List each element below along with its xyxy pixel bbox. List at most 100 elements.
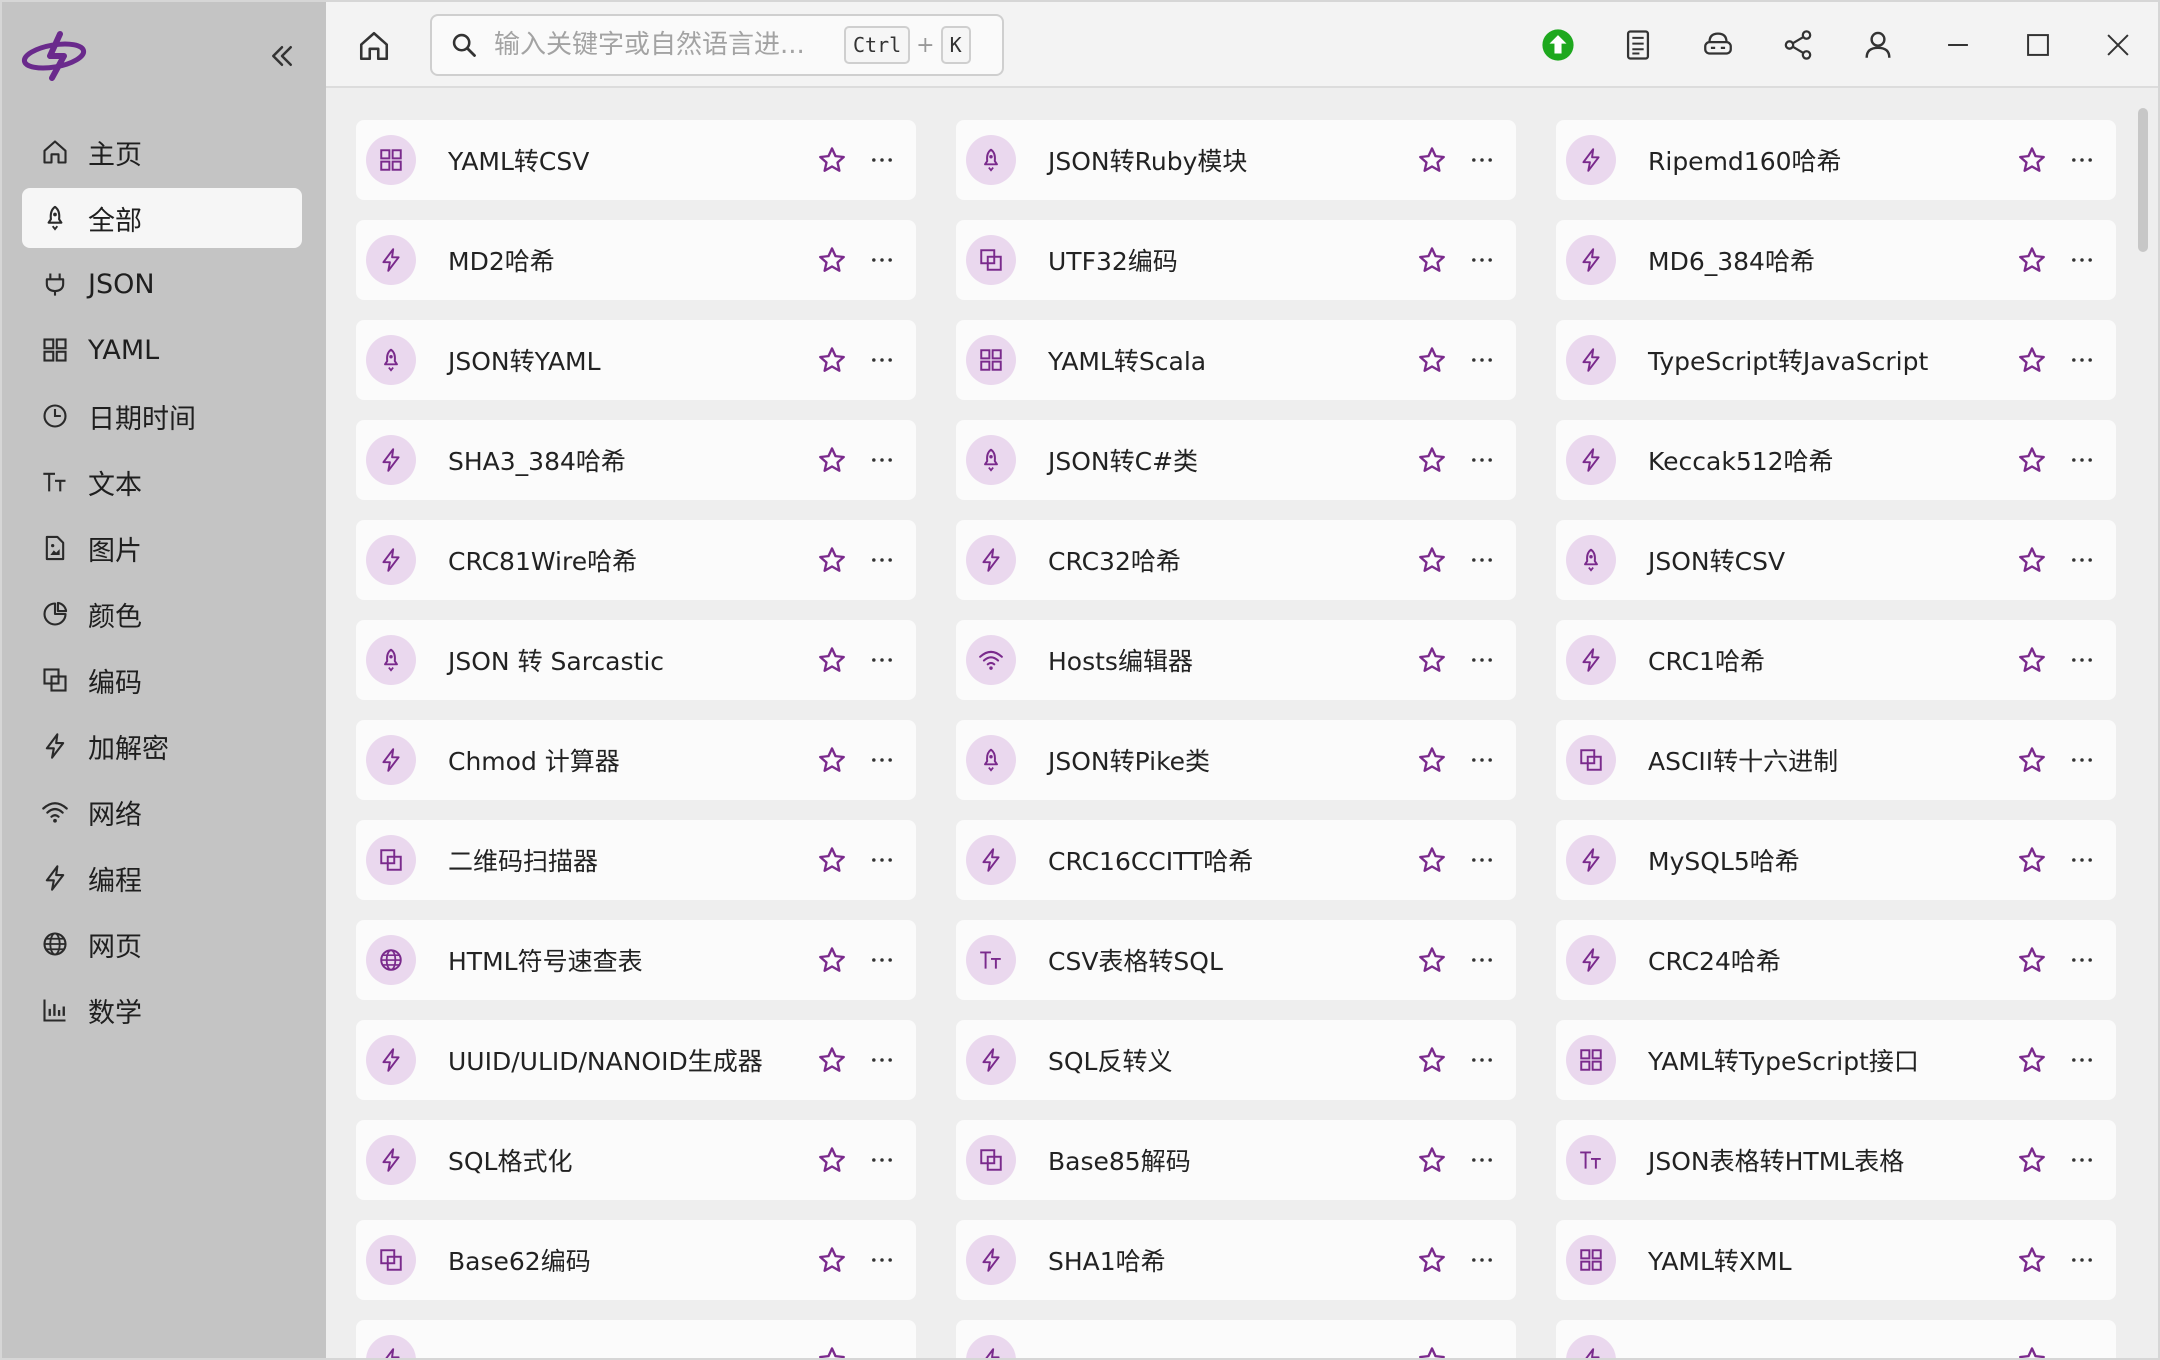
tool-card[interactable]: SHA1哈希 xyxy=(956,1220,1516,1300)
tool-card[interactable]: Base85解码 xyxy=(956,1120,1516,1200)
favorite-star-icon[interactable] xyxy=(1412,640,1452,680)
favorite-star-icon[interactable] xyxy=(812,1340,852,1358)
tool-card[interactable]: JSON转C#类 xyxy=(956,420,1516,500)
more-options-icon[interactable] xyxy=(862,540,902,580)
user-button[interactable] xyxy=(1838,2,1918,88)
tools-content[interactable]: YAML转CSV JSON转Ruby模块 Ripemd160哈希 MD2哈希 UTF32… xyxy=(326,90,2158,1358)
tool-card[interactable]: ASCII转十六进制 xyxy=(1556,720,2116,800)
tool-card[interactable] xyxy=(1556,1320,2116,1358)
more-options-icon[interactable] xyxy=(2062,340,2102,380)
sidebar-item[interactable]: 颜色 xyxy=(22,584,302,644)
maximize-button[interactable] xyxy=(1998,2,2078,88)
more-options-icon[interactable] xyxy=(1462,740,1502,780)
tool-card[interactable]: JSON 转 Sarcastic xyxy=(356,620,916,700)
more-options-icon[interactable] xyxy=(1462,940,1502,980)
favorite-star-icon[interactable] xyxy=(1412,140,1452,180)
tool-card[interactable]: CRC1哈希 xyxy=(1556,620,2116,700)
printer-button[interactable] xyxy=(1678,2,1758,88)
update-button[interactable] xyxy=(1518,2,1598,88)
favorite-star-icon[interactable] xyxy=(2012,1140,2052,1180)
favorite-star-icon[interactable] xyxy=(812,240,852,280)
favorite-star-icon[interactable] xyxy=(812,440,852,480)
favorite-star-icon[interactable] xyxy=(1412,340,1452,380)
more-options-icon[interactable] xyxy=(2062,840,2102,880)
collapse-sidebar-button[interactable] xyxy=(264,38,300,74)
favorite-star-icon[interactable] xyxy=(2012,740,2052,780)
tool-card[interactable]: HTML符号速查表 xyxy=(356,920,916,1000)
more-options-icon[interactable] xyxy=(2062,1240,2102,1280)
tool-card[interactable]: SQL反转义 xyxy=(956,1020,1516,1100)
tool-card[interactable]: YAML转Scala xyxy=(956,320,1516,400)
favorite-star-icon[interactable] xyxy=(2012,340,2052,380)
more-options-icon[interactable] xyxy=(862,440,902,480)
share-button[interactable] xyxy=(1758,2,1838,88)
favorite-star-icon[interactable] xyxy=(1412,740,1452,780)
more-options-icon[interactable] xyxy=(2062,640,2102,680)
favorite-star-icon[interactable] xyxy=(812,640,852,680)
favorite-star-icon[interactable] xyxy=(812,1240,852,1280)
more-options-icon[interactable] xyxy=(862,640,902,680)
tool-card[interactable]: CSV表格转SQL xyxy=(956,920,1516,1000)
more-options-icon[interactable] xyxy=(1462,440,1502,480)
tool-card[interactable]: YAML转CSV xyxy=(356,120,916,200)
minimize-button[interactable] xyxy=(1918,2,1998,88)
favorite-star-icon[interactable] xyxy=(2012,940,2052,980)
favorite-star-icon[interactable] xyxy=(2012,440,2052,480)
close-button[interactable] xyxy=(2078,2,2158,88)
favorite-star-icon[interactable] xyxy=(2012,140,2052,180)
sidebar-item[interactable]: 主页 xyxy=(22,122,302,182)
tool-card[interactable]: CRC24哈希 xyxy=(1556,920,2116,1000)
more-options-icon[interactable] xyxy=(2062,740,2102,780)
sidebar-item[interactable]: 网络 xyxy=(22,782,302,842)
more-options-icon[interactable] xyxy=(862,940,902,980)
favorite-star-icon[interactable] xyxy=(1412,940,1452,980)
more-options-icon[interactable] xyxy=(2062,240,2102,280)
more-options-icon[interactable] xyxy=(1462,340,1502,380)
favorite-star-icon[interactable] xyxy=(2012,540,2052,580)
search-input[interactable] xyxy=(494,30,844,60)
notes-button[interactable] xyxy=(1598,2,1678,88)
favorite-star-icon[interactable] xyxy=(812,840,852,880)
sidebar-item[interactable]: YAML xyxy=(22,320,302,380)
more-options-icon[interactable] xyxy=(862,340,902,380)
sidebar-item[interactable]: 文本 xyxy=(22,452,302,512)
more-options-icon[interactable] xyxy=(1462,1340,1502,1358)
more-options-icon[interactable] xyxy=(1462,540,1502,580)
tool-card[interactable]: Keccak512哈希 xyxy=(1556,420,2116,500)
tool-card[interactable] xyxy=(356,1320,916,1358)
tool-card[interactable]: Base62编码 xyxy=(356,1220,916,1300)
favorite-star-icon[interactable] xyxy=(812,1140,852,1180)
tool-card[interactable]: CRC16CCITT哈希 xyxy=(956,820,1516,900)
favorite-star-icon[interactable] xyxy=(2012,1240,2052,1280)
tool-card[interactable]: JSON转Ruby模块 xyxy=(956,120,1516,200)
tool-card[interactable]: JSON表格转HTML表格 xyxy=(1556,1120,2116,1200)
more-options-icon[interactable] xyxy=(1462,240,1502,280)
favorite-star-icon[interactable] xyxy=(1412,1340,1452,1358)
scrollbar-thumb[interactable] xyxy=(2138,108,2148,252)
tool-card[interactable]: YAML转XML xyxy=(1556,1220,2116,1300)
more-options-icon[interactable] xyxy=(862,240,902,280)
tool-card[interactable]: Chmod 计算器 xyxy=(356,720,916,800)
favorite-star-icon[interactable] xyxy=(2012,840,2052,880)
favorite-star-icon[interactable] xyxy=(1412,1040,1452,1080)
favorite-star-icon[interactable] xyxy=(2012,1340,2052,1358)
favorite-star-icon[interactable] xyxy=(812,940,852,980)
favorite-star-icon[interactable] xyxy=(2012,240,2052,280)
favorite-star-icon[interactable] xyxy=(812,340,852,380)
sidebar-item[interactable]: 网页 xyxy=(22,914,302,974)
tool-card[interactable]: UUID/ULID/NANOID生成器 xyxy=(356,1020,916,1100)
tool-card[interactable]: JSON转YAML xyxy=(356,320,916,400)
sidebar-item[interactable]: 数学 xyxy=(22,980,302,1040)
sidebar-item[interactable]: 加解密 xyxy=(22,716,302,776)
tool-card[interactable]: SHA3_384哈希 xyxy=(356,420,916,500)
more-options-icon[interactable] xyxy=(2062,440,2102,480)
tool-card[interactable]: UTF32编码 xyxy=(956,220,1516,300)
tool-card[interactable]: Ripemd160哈希 xyxy=(1556,120,2116,200)
sidebar-item[interactable]: 编程 xyxy=(22,848,302,908)
more-options-icon[interactable] xyxy=(862,740,902,780)
tool-card[interactable] xyxy=(956,1320,1516,1358)
more-options-icon[interactable] xyxy=(862,1340,902,1358)
favorite-star-icon[interactable] xyxy=(812,1040,852,1080)
more-options-icon[interactable] xyxy=(1462,840,1502,880)
tool-card[interactable]: CRC32哈希 xyxy=(956,520,1516,600)
